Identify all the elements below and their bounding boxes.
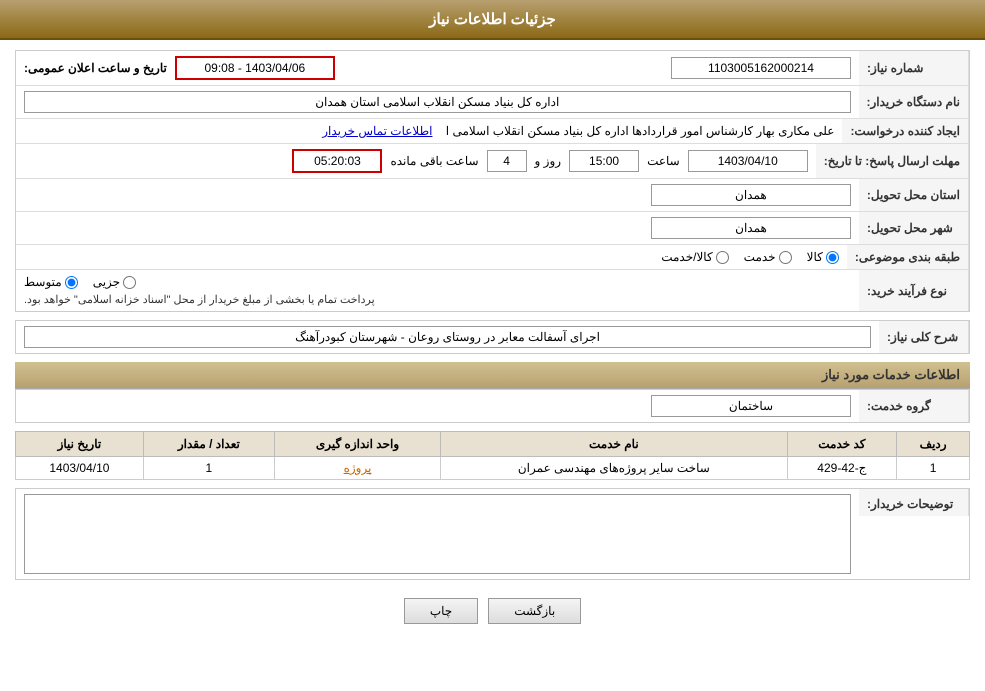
requester-row: ایجاد کننده درخواست: علی مکاری بهار کارش…: [16, 119, 969, 144]
deadline-date-input: 1403/04/10: [688, 150, 808, 172]
col-name: نام خدمت: [441, 432, 787, 457]
buyer-org-row: نام دستگاه خریدار: اداره کل بنیاد مسکن ا…: [16, 86, 969, 119]
services-table-section: ردیف کد خدمت نام خدمت واحد اندازه گیری ت…: [15, 431, 970, 480]
services-table: ردیف کد خدمت نام خدمت واحد اندازه گیری ت…: [15, 431, 970, 480]
category-radio-group: کالا خدمت کالا/خدمت: [661, 250, 839, 264]
cell-unit: پروژه: [274, 457, 440, 480]
buyer-notes-row: توضیحات خریدار:: [16, 489, 969, 579]
cell-row: 1: [897, 457, 970, 480]
contact-link[interactable]: اطلاعات تماس خریدار: [322, 124, 432, 138]
service-group-label: گروه خدمت:: [859, 390, 969, 422]
col-code: کد خدمت: [787, 432, 897, 457]
main-form: شماره نیاز: 1103005162000214 1403/04/06 …: [15, 50, 970, 312]
col-date: تاریخ نیاز: [16, 432, 144, 457]
purchase-type-value: جزیی متوسط پرداخت تمام یا بخشی از مبلغ خ…: [16, 270, 859, 311]
deadline-days-label: روز و: [535, 154, 562, 168]
need-number-row: شماره نیاز: 1103005162000214 1403/04/06 …: [16, 51, 969, 86]
city-row: شهر محل تحویل: همدان: [16, 212, 969, 245]
province-input: همدان: [651, 184, 851, 206]
service-group-input: ساختمان: [651, 395, 851, 417]
purchase-type-row: نوع فرآیند خرید: جزیی متوسط پرداخت تمام …: [16, 270, 969, 311]
buyer-notes-section: توضیحات خریدار:: [15, 488, 970, 580]
service-group-value: ساختمان: [16, 390, 859, 422]
requester-name: علی مکاری بهار کارشناس امور قراردادها اد…: [446, 124, 835, 138]
description-label: شرح کلی نیاز:: [879, 321, 969, 353]
cell-name: ساخت سایر پروژه‌های مهندسی عمران: [441, 457, 787, 480]
requester-label: ایجاد کننده درخواست:: [842, 119, 969, 143]
footer-buttons: بازگشت چاپ: [15, 588, 970, 634]
services-section-title: اطلاعات خدمات مورد نیاز: [15, 362, 970, 389]
remaining-label: ساعت باقی مانده: [390, 154, 478, 168]
content-area: شماره نیاز: 1103005162000214 1403/04/06 …: [0, 40, 985, 644]
category-kala-option[interactable]: کالا: [807, 250, 839, 264]
description-input: اجرای آسفالت معابر در روستای روعان - شهر…: [24, 326, 871, 348]
page-header: جزئیات اطلاعات نیاز: [0, 0, 985, 40]
page-wrapper: جزئیات اطلاعات نیاز شماره نیاز: 11030051…: [0, 0, 985, 691]
province-value: همدان: [16, 179, 859, 211]
category-service-option[interactable]: خدمت: [744, 250, 792, 264]
col-unit: واحد اندازه گیری: [274, 432, 440, 457]
buyer-org-label: نام دستگاه خریدار:: [859, 86, 970, 118]
table-row: 1 ج-42-429 ساخت سایر پروژه‌های مهندسی عم…: [16, 457, 970, 480]
buyer-org-value: اداره کل بنیاد مسکن انقلاب اسلامی استان …: [16, 86, 859, 118]
cell-date: 1403/04/10: [16, 457, 144, 480]
need-number-value: 1103005162000214 1403/04/06 - 09:08 تاری…: [16, 51, 859, 85]
description-row: شرح کلی نیاز: اجرای آسفالت معابر در روست…: [16, 321, 969, 353]
cell-quantity: 1: [143, 457, 274, 480]
announce-date-input: 1403/04/06 - 09:08: [175, 56, 335, 80]
category-value: کالا خدمت کالا/خدمت: [16, 245, 847, 269]
service-group-section: گروه خدمت: ساختمان: [15, 389, 970, 423]
buyer-notes-value: [16, 489, 859, 579]
announce-date-label: تاریخ و ساعت اعلان عمومی:: [24, 61, 167, 75]
category-both-option[interactable]: کالا/خدمت: [661, 250, 728, 264]
service-group-row: گروه خدمت: ساختمان: [16, 390, 969, 422]
requester-value: علی مکاری بهار کارشناس امور قراردادها اد…: [16, 119, 842, 143]
need-number-label: شماره نیاز:: [859, 51, 969, 85]
deadline-days-input: 4: [487, 150, 527, 172]
city-input: همدان: [651, 217, 851, 239]
buyer-notes-label: توضیحات خریدار:: [859, 489, 969, 516]
purchase-type-label: نوع فرآیند خرید:: [859, 270, 969, 311]
category-label: طبقه بندی موضوعی:: [847, 245, 969, 269]
deadline-value: 1403/04/10 ساعت 15:00 روز و 4 ساعت باقی …: [16, 144, 816, 178]
print-button[interactable]: چاپ: [404, 598, 478, 624]
city-label: شهر محل تحویل:: [859, 212, 969, 244]
need-number-input: 1103005162000214: [671, 57, 851, 79]
cell-code: ج-42-429: [787, 457, 897, 480]
buyer-org-input: اداره کل بنیاد مسکن انقلاب اسلامی استان …: [24, 91, 851, 113]
deadline-row: مهلت ارسال پاسخ: تا تاریخ: 1403/04/10 سا…: [16, 144, 969, 179]
city-value: همدان: [16, 212, 859, 244]
category-row: طبقه بندی موضوعی: کالا خدمت: [16, 245, 969, 270]
deadline-label: مهلت ارسال پاسخ: تا تاریخ:: [816, 144, 969, 178]
province-row: استان محل تحویل: همدان: [16, 179, 969, 212]
province-label: استان محل تحویل:: [859, 179, 969, 211]
back-button[interactable]: بازگشت: [488, 598, 581, 624]
col-quantity: تعداد / مقدار: [143, 432, 274, 457]
deadline-time-label: ساعت: [647, 154, 680, 168]
purchase-medium-option[interactable]: متوسط: [24, 275, 78, 289]
purchase-note: پرداخت تمام یا بخشی از مبلغ خریدار از مح…: [24, 293, 375, 306]
remaining-time-input: 05:20:03: [292, 149, 382, 173]
deadline-time-input: 15:00: [569, 150, 639, 172]
col-row: ردیف: [897, 432, 970, 457]
buyer-notes-textarea[interactable]: [24, 494, 851, 574]
description-value: اجرای آسفالت معابر در روستای روعان - شهر…: [16, 321, 879, 353]
purchase-partial-option[interactable]: جزیی: [93, 275, 136, 289]
page-title: جزئیات اطلاعات نیاز: [429, 11, 556, 28]
timer-row: 1403/04/10 ساعت 15:00 روز و 4 ساعت باقی …: [292, 149, 807, 173]
description-section: شرح کلی نیاز: اجرای آسفالت معابر در روست…: [15, 320, 970, 354]
purchase-radio-group: جزیی متوسط: [24, 275, 136, 289]
